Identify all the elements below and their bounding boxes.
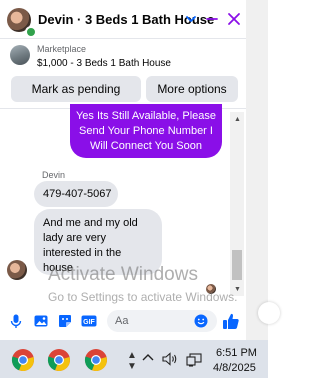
more-options-button[interactable]: More options	[146, 76, 238, 102]
emoji-icon[interactable]	[194, 314, 208, 328]
phone-number[interactable]: 479-407-5067	[43, 188, 112, 200]
clock-time[interactable]: 6:51 PM	[216, 347, 257, 359]
received-message-line: interested in the	[43, 247, 122, 259]
scroll-up-arrow-icon[interactable]: ▲	[234, 116, 241, 123]
chevron-down-icon[interactable]	[184, 12, 198, 26]
activate-windows-subtitle: Go to Settings to activate Windows.	[48, 290, 238, 304]
sent-message-line: Send Your Phone Number I	[79, 125, 213, 137]
sender-name: Devin	[42, 170, 66, 180]
microphone-icon[interactable]	[8, 313, 24, 329]
received-message-line: lady are very	[43, 232, 106, 244]
taskbar-scroll-icon[interactable]: ▲ ▼	[127, 350, 137, 372]
listing-detail[interactable]: $1,000 - 3 Beds 1 Bath House	[37, 58, 171, 69]
sticker-icon[interactable]	[57, 313, 73, 329]
photo-icon[interactable]	[33, 313, 49, 329]
scrollbar-thumb[interactable]	[232, 250, 242, 280]
chat-head-bubble[interactable]	[258, 302, 280, 324]
received-message-line: And me and my old	[43, 217, 138, 229]
chrome-icon[interactable]	[11, 348, 35, 372]
marketplace-label: Marketplace	[37, 44, 87, 54]
sent-message-bubble: Yes Its Still Available, Please Send You…	[70, 104, 222, 158]
listing-thumbnail[interactable]	[10, 45, 30, 65]
clock-date[interactable]: 4/8/2025	[213, 362, 256, 374]
gif-icon[interactable]: GIF	[81, 313, 97, 329]
sent-message-line: Will Connect You Soon	[90, 140, 202, 152]
network-icon[interactable]	[186, 353, 202, 367]
mark-as-pending-button[interactable]: Mark as pending	[11, 76, 141, 102]
close-icon[interactable]	[226, 11, 242, 27]
desktop-background	[246, 0, 268, 340]
chrome-icon[interactable]	[84, 348, 108, 372]
svg-text:GIF: GIF	[83, 319, 95, 326]
show-hidden-icons-icon[interactable]	[142, 352, 154, 362]
received-message-bubble: 479-407-5067	[34, 181, 118, 207]
like-thumbs-up-icon[interactable]	[222, 312, 240, 330]
chrome-icon[interactable]	[47, 348, 71, 372]
sent-message-line: Yes Its Still Available, Please	[75, 110, 217, 122]
sender-avatar[interactable]	[7, 260, 27, 280]
speaker-icon[interactable]	[162, 352, 178, 366]
online-status-dot	[25, 26, 37, 38]
activate-windows-watermark: Activate Windows	[48, 264, 198, 285]
minimize-icon[interactable]	[204, 11, 220, 27]
